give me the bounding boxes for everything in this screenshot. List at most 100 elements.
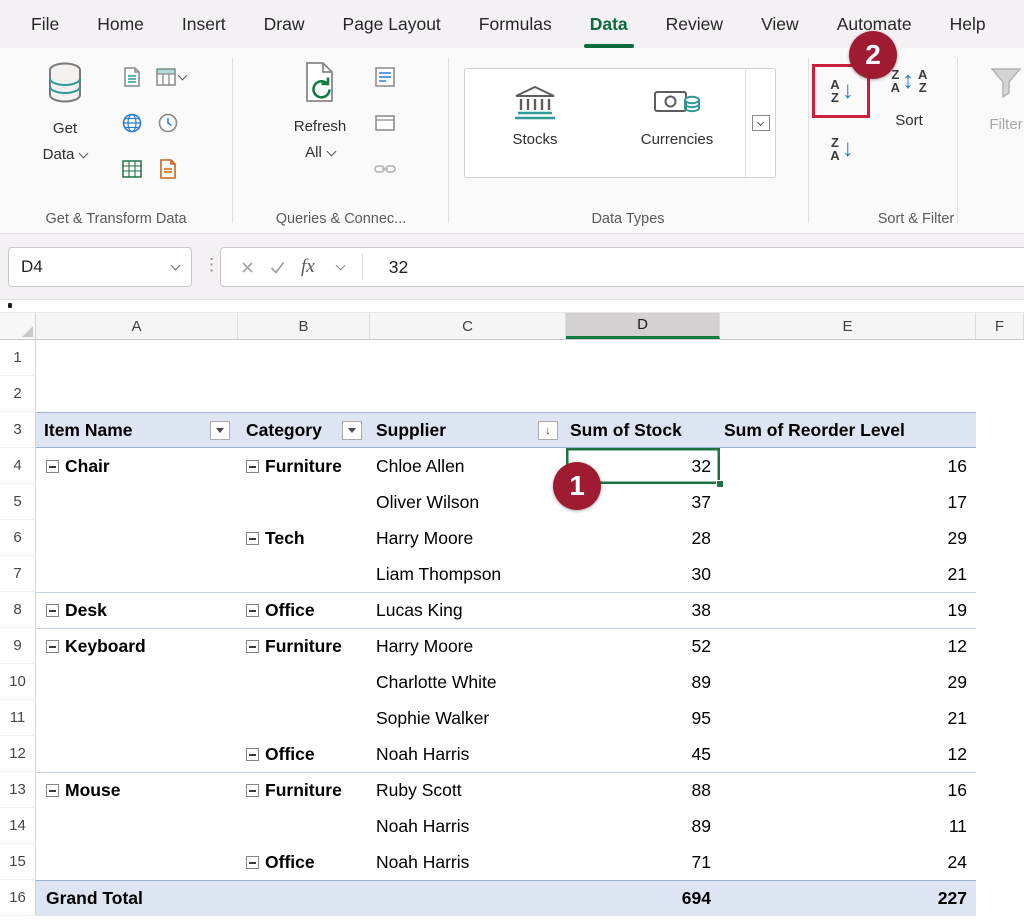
cell-D1[interactable] — [566, 340, 720, 376]
cell-C15[interactable]: Noah Harris — [370, 844, 566, 880]
column-header-B[interactable]: B — [238, 313, 370, 339]
cell-B10[interactable] — [238, 664, 370, 700]
tab-page-layout[interactable]: Page Layout — [324, 0, 460, 48]
tab-review[interactable]: Review — [647, 0, 742, 48]
formula-bar[interactable]: fx 32 — [220, 247, 1024, 287]
cell-C6[interactable]: Harry Moore — [370, 520, 566, 556]
cell-E7[interactable]: 21 — [720, 556, 976, 592]
cell-A2[interactable] — [36, 376, 238, 412]
cell-E4[interactable]: 16 — [720, 448, 976, 484]
cell-F15[interactable] — [976, 844, 1024, 880]
cell-C2[interactable] — [370, 376, 566, 412]
cell-E13[interactable]: 16 — [720, 772, 976, 808]
cell-E6[interactable]: 29 — [720, 520, 976, 556]
cell-A14[interactable] — [36, 808, 238, 844]
cell-D13[interactable]: 88 — [566, 772, 720, 808]
cell-E16[interactable]: 227 — [720, 880, 976, 916]
row-header-4[interactable]: 4 — [0, 448, 36, 484]
cell-B12[interactable]: Office — [238, 736, 370, 772]
cell-D3[interactable]: Sum of Stock — [566, 412, 720, 448]
cell-D10[interactable]: 89 — [566, 664, 720, 700]
cell-E9[interactable]: 12 — [720, 628, 976, 664]
cell-C8[interactable]: Lucas King — [370, 592, 566, 628]
from-table-dropdown-button[interactable] — [152, 64, 190, 90]
cell-B8[interactable]: Office — [238, 592, 370, 628]
tab-data[interactable]: Data — [571, 0, 647, 48]
cell-C13[interactable]: Ruby Scott — [370, 772, 566, 808]
insert-function-icon[interactable]: fx — [301, 256, 315, 278]
cell-F6[interactable] — [976, 520, 1024, 556]
row-header-1[interactable]: 1 — [0, 340, 36, 376]
cell-A16[interactable]: Grand Total — [36, 880, 238, 916]
cell-A1[interactable] — [36, 340, 238, 376]
cell-C7[interactable]: Liam Thompson — [370, 556, 566, 592]
cell-B15[interactable]: Office — [238, 844, 370, 880]
cell-D7[interactable]: 30 — [566, 556, 720, 592]
cell-A9[interactable]: Keyboard — [36, 628, 238, 664]
row-header-15[interactable]: 15 — [0, 844, 36, 880]
cell-B11[interactable] — [238, 700, 370, 736]
cell-B3[interactable]: Category — [238, 412, 370, 448]
cancel-icon[interactable] — [241, 261, 254, 274]
row-header-13[interactable]: 13 — [0, 772, 36, 808]
sort-za-button[interactable]: ZA↓ — [818, 126, 866, 172]
cell-F9[interactable] — [976, 628, 1024, 664]
cell-A5[interactable] — [36, 484, 238, 520]
cell-E12[interactable]: 12 — [720, 736, 976, 772]
collapse-button[interactable] — [46, 784, 59, 797]
cell-C10[interactable]: Charlotte White — [370, 664, 566, 700]
cell-F11[interactable] — [976, 700, 1024, 736]
select-all-corner[interactable] — [0, 313, 36, 339]
cell-F12[interactable] — [976, 736, 1024, 772]
collapse-button[interactable] — [46, 460, 59, 473]
from-web-button[interactable] — [119, 110, 145, 136]
tab-formulas[interactable]: Formulas — [460, 0, 571, 48]
row-header-8[interactable]: 8 — [0, 592, 36, 628]
filter-dropdown-button-category[interactable] — [342, 421, 362, 440]
column-header-C[interactable]: C — [370, 313, 566, 339]
refresh-all-button[interactable]: Refresh All — [282, 62, 358, 214]
column-header-F[interactable]: F — [976, 313, 1024, 339]
enter-check-icon[interactable] — [270, 261, 285, 274]
row-header-14[interactable]: 14 — [0, 808, 36, 844]
cell-B16[interactable] — [238, 880, 370, 916]
cell-E14[interactable]: 11 — [720, 808, 976, 844]
cell-F14[interactable] — [976, 808, 1024, 844]
properties-button[interactable] — [372, 110, 398, 136]
cell-B14[interactable] — [238, 808, 370, 844]
cell-D12[interactable]: 45 — [566, 736, 720, 772]
stocks-data-type-button[interactable]: Stocks — [495, 85, 575, 148]
column-header-A[interactable]: A — [36, 313, 238, 339]
sort-button[interactable]: ZA↕AZ Sort — [878, 62, 940, 214]
cell-F5[interactable] — [976, 484, 1024, 520]
cell-A4[interactable]: Chair — [36, 448, 238, 484]
cell-A8[interactable]: Desk — [36, 592, 238, 628]
cell-A10[interactable] — [36, 664, 238, 700]
cell-F4[interactable] — [976, 448, 1024, 484]
edit-links-button[interactable] — [372, 156, 398, 182]
cell-E8[interactable]: 19 — [720, 592, 976, 628]
cell-A12[interactable] — [36, 736, 238, 772]
cell-B9[interactable]: Furniture — [238, 628, 370, 664]
cell-C14[interactable]: Noah Harris — [370, 808, 566, 844]
cell-E11[interactable]: 21 — [720, 700, 976, 736]
cell-C1[interactable] — [370, 340, 566, 376]
collapse-button[interactable] — [246, 640, 259, 653]
cell-A6[interactable] — [36, 520, 238, 556]
cell-D11[interactable]: 95 — [566, 700, 720, 736]
cell-B4[interactable]: Furniture — [238, 448, 370, 484]
recent-sources-button[interactable] — [155, 110, 181, 136]
column-header-E[interactable]: E — [720, 313, 976, 339]
collapse-button[interactable] — [46, 604, 59, 617]
cell-B13[interactable]: Furniture — [238, 772, 370, 808]
cell-E1[interactable] — [720, 340, 976, 376]
cell-F16[interactable] — [976, 880, 1024, 916]
cell-D14[interactable]: 89 — [566, 808, 720, 844]
cell-A3[interactable]: Item Name — [36, 412, 238, 448]
cell-B5[interactable] — [238, 484, 370, 520]
cell-D8[interactable]: 38 — [566, 592, 720, 628]
collapse-button[interactable] — [246, 748, 259, 761]
from-text-file-button[interactable] — [119, 64, 145, 90]
gallery-more-button[interactable] — [752, 115, 770, 131]
cell-B1[interactable] — [238, 340, 370, 376]
